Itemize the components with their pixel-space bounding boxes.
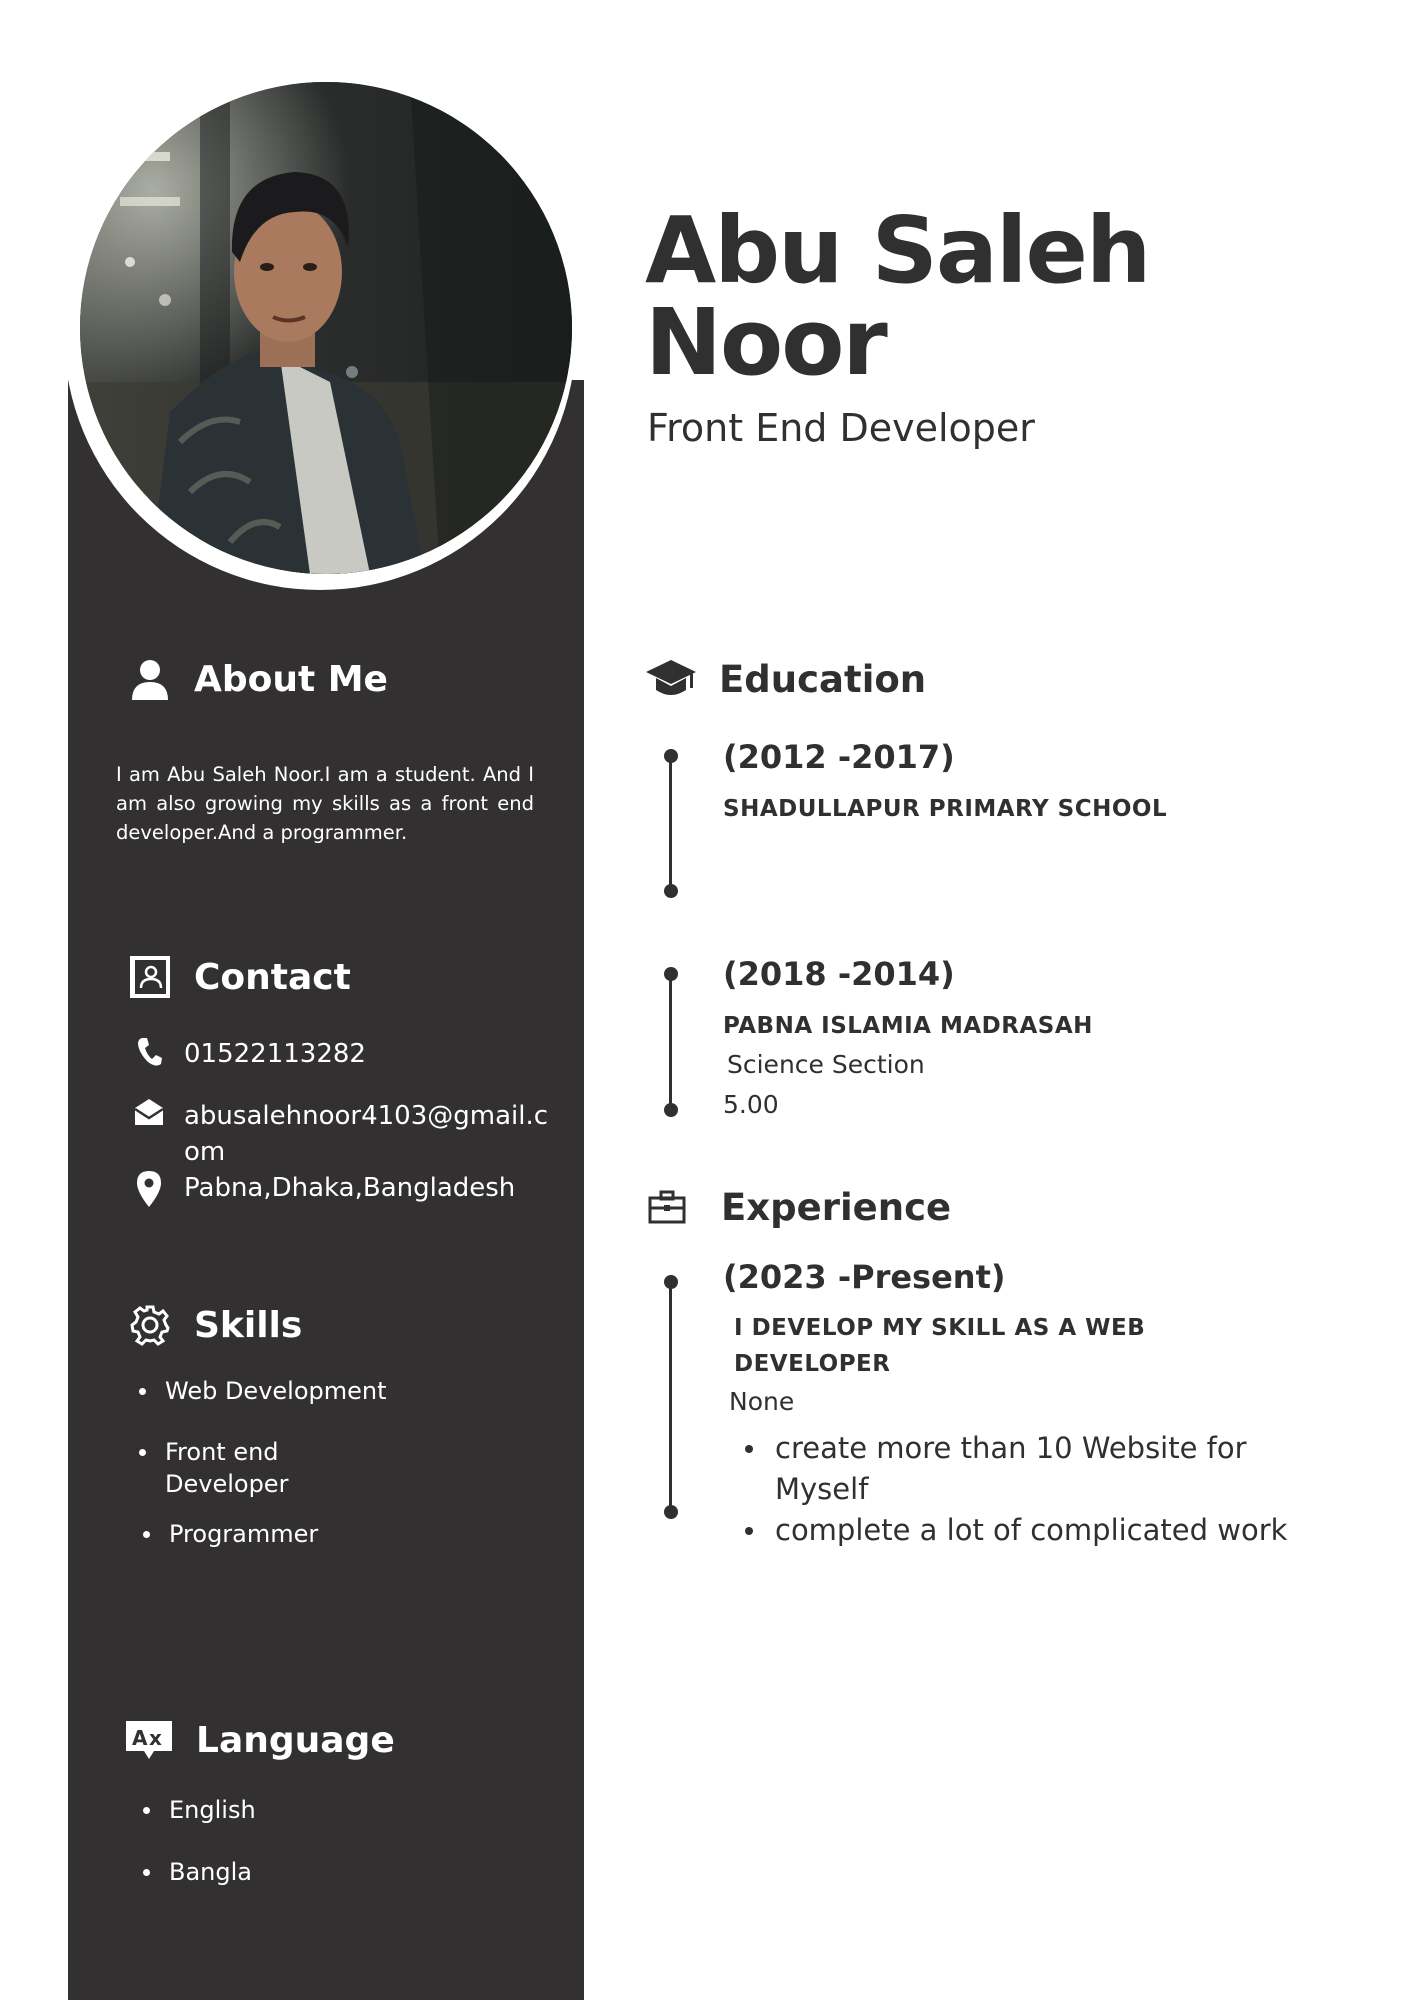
- skill-item: Front end Developer: [139, 1436, 315, 1500]
- education-result: 5.00: [723, 1090, 779, 1119]
- education-years: (2018 -2014): [723, 955, 955, 993]
- timeline-dot: [664, 1275, 678, 1289]
- timeline-dot: [664, 884, 678, 898]
- about-heading: About Me: [128, 657, 388, 701]
- experience-point: complete a lot of complicated work: [745, 1510, 1395, 1551]
- skills-heading: Skills: [128, 1303, 302, 1347]
- experience-title: Experience: [721, 1185, 952, 1229]
- timeline-dot: [664, 749, 678, 763]
- language-item: Bangla: [143, 1858, 252, 1886]
- timeline-line: [669, 974, 672, 1110]
- gear-icon: [128, 1303, 172, 1347]
- phone-text: 01522113282: [184, 1039, 366, 1069]
- skill-item: Web Development: [139, 1377, 387, 1405]
- experience-heading: Experience: [645, 1183, 951, 1231]
- contact-book-icon: [128, 955, 172, 999]
- language-title: Language: [196, 1719, 395, 1761]
- education-institution: PABNA ISLAMIA MADRASAH: [723, 1013, 1093, 1039]
- briefcase-icon: [645, 1183, 689, 1231]
- experience-role: I DEVELOP MY SKILL AS A WEB DEVELOPER: [734, 1315, 1146, 1377]
- graduation-cap-icon: [645, 655, 697, 703]
- svg-text:x: x: [149, 1726, 162, 1750]
- skills-title: Skills: [194, 1304, 303, 1346]
- timeline-line: [669, 1282, 672, 1512]
- envelope-icon: [130, 1098, 168, 1132]
- timeline-dot: [664, 967, 678, 981]
- contact-address: Pabna,Dhaka,Bangladesh: [130, 1170, 554, 1207]
- education-heading: Education: [645, 655, 926, 703]
- timeline-dot: [664, 1103, 678, 1117]
- email-text: abusalehnoor4103@gmail.com: [184, 1101, 549, 1167]
- contact-heading: Contact: [128, 955, 351, 999]
- about-text: I am Abu Saleh Noor.I am a student. And …: [116, 763, 534, 844]
- education-years: (2012 -2017): [723, 738, 955, 776]
- full-name: Abu Saleh Noor: [645, 197, 1151, 396]
- education-title: Education: [719, 657, 927, 701]
- education-section: Science Section: [727, 1050, 925, 1079]
- translate-icon: Ax: [124, 1718, 174, 1762]
- svg-text:A: A: [132, 1726, 148, 1750]
- education-institution: SHADULLAPUR PRIMARY SCHOOL: [723, 796, 1168, 822]
- experience-point: create more than 10 Website for Myself: [745, 1428, 1335, 1510]
- experience-company: None: [729, 1387, 795, 1416]
- experience-years: (2023 -Present): [723, 1258, 1006, 1296]
- language-item: English: [143, 1796, 256, 1824]
- user-icon: [128, 657, 172, 701]
- location-pin-icon: [130, 1170, 168, 1207]
- phone-icon: [130, 1036, 168, 1070]
- job-title: Front End Developer: [647, 406, 1035, 450]
- timeline-dot: [664, 1505, 678, 1519]
- language-heading: Ax Language: [124, 1718, 395, 1762]
- contact-title: Contact: [194, 956, 351, 998]
- profile-photo: [80, 82, 572, 574]
- contact-email[interactable]: abusalehnoor4103@gmail.com: [130, 1098, 554, 1170]
- skill-item: Programmer: [142, 1520, 319, 1548]
- address-text: Pabna,Dhaka,Bangladesh: [184, 1173, 516, 1203]
- about-title: About Me: [194, 658, 388, 700]
- timeline-line: [669, 756, 672, 892]
- contact-phone[interactable]: 01522113282: [130, 1036, 554, 1072]
